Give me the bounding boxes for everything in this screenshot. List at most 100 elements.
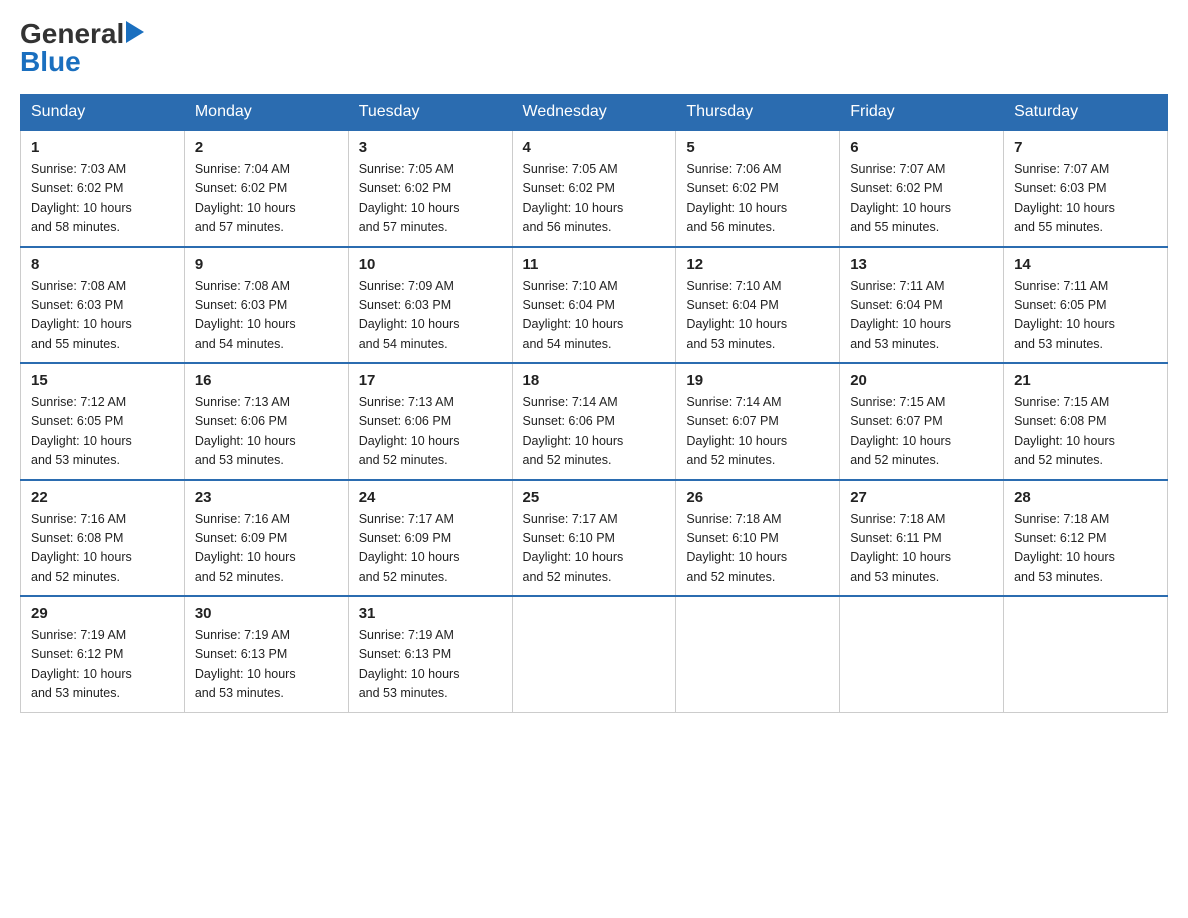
calendar-cell: 17 Sunrise: 7:13 AMSunset: 6:06 PMDayligh… [348,363,512,480]
day-number: 19 [686,372,829,389]
day-info: Sunrise: 7:04 AMSunset: 6:02 PMDaylight:… [195,160,338,238]
calendar-table: SundayMondayTuesdayWednesdayThursdayFrid… [20,94,1168,713]
calendar-week-row: 22 Sunrise: 7:16 AMSunset: 6:08 PMDayligh… [21,480,1168,597]
day-number: 1 [31,139,174,156]
day-number: 17 [359,372,502,389]
day-number: 5 [686,139,829,156]
calendar-cell: 19 Sunrise: 7:14 AMSunset: 6:07 PMDayligh… [676,363,840,480]
day-number: 12 [686,256,829,273]
calendar-cell: 10Sunrise: 7:09 AMSunset: 6:03 PMDayligh… [348,247,512,364]
header-friday: Friday [840,95,1004,131]
day-info: Sunrise: 7:05 AMSunset: 6:02 PMDaylight:… [359,160,502,238]
day-number: 20 [850,372,993,389]
day-number: 7 [1014,139,1157,156]
day-info: Sunrise: 7:16 AMSunset: 6:08 PMDaylight:… [31,510,174,588]
day-number: 30 [195,605,338,622]
calendar-cell: 27 Sunrise: 7:18 AMSunset: 6:11 PMDayligh… [840,480,1004,597]
day-info: Sunrise: 7:08 AMSunset: 6:03 PMDaylight:… [31,277,174,355]
day-info: Sunrise: 7:09 AMSunset: 6:03 PMDaylight:… [359,277,502,355]
day-info: Sunrise: 7:06 AMSunset: 6:02 PMDaylight:… [686,160,829,238]
day-info: Sunrise: 7:17 AMSunset: 6:10 PMDaylight:… [523,510,666,588]
calendar-cell: 29Sunrise: 7:19 AMSunset: 6:12 PMDayligh… [21,596,185,712]
day-info: Sunrise: 7:13 AMSunset: 6:06 PMDaylight:… [195,393,338,471]
day-info: Sunrise: 7:03 AMSunset: 6:02 PMDaylight:… [31,160,174,238]
logo-triangle-icon [126,21,144,43]
calendar-cell: 18 Sunrise: 7:14 AMSunset: 6:06 PMDayligh… [512,363,676,480]
calendar-cell: 5 Sunrise: 7:06 AMSunset: 6:02 PMDaylight… [676,130,840,247]
day-info: Sunrise: 7:16 AMSunset: 6:09 PMDaylight:… [195,510,338,588]
logo-blue: Blue [20,46,81,77]
calendar-cell: 30Sunrise: 7:19 AMSunset: 6:13 PMDayligh… [184,596,348,712]
day-number: 21 [1014,372,1157,389]
calendar-cell: 11 Sunrise: 7:10 AMSunset: 6:04 PMDayligh… [512,247,676,364]
day-number: 24 [359,489,502,506]
day-number: 2 [195,139,338,156]
day-info: Sunrise: 7:17 AMSunset: 6:09 PMDaylight:… [359,510,502,588]
calendar-cell: 3Sunrise: 7:05 AMSunset: 6:02 PMDaylight… [348,130,512,247]
day-info: Sunrise: 7:18 AMSunset: 6:12 PMDaylight:… [1014,510,1157,588]
day-info: Sunrise: 7:14 AMSunset: 6:07 PMDaylight:… [686,393,829,471]
calendar-cell: 13 Sunrise: 7:11 AMSunset: 6:04 PMDayligh… [840,247,1004,364]
day-info: Sunrise: 7:12 AMSunset: 6:05 PMDaylight:… [31,393,174,471]
calendar-cell: 24 Sunrise: 7:17 AMSunset: 6:09 PMDayligh… [348,480,512,597]
calendar-cell [840,596,1004,712]
calendar-cell: 1 Sunrise: 7:03 AMSunset: 6:02 PMDaylight… [21,130,185,247]
calendar-cell: 22 Sunrise: 7:16 AMSunset: 6:08 PMDayligh… [21,480,185,597]
day-number: 13 [850,256,993,273]
day-number: 25 [523,489,666,506]
day-number: 26 [686,489,829,506]
calendar-cell: 25 Sunrise: 7:17 AMSunset: 6:10 PMDayligh… [512,480,676,597]
day-info: Sunrise: 7:10 AMSunset: 6:04 PMDaylight:… [686,277,829,355]
header: General Blue [20,20,1168,76]
day-info: Sunrise: 7:15 AMSunset: 6:07 PMDaylight:… [850,393,993,471]
calendar-week-row: 15 Sunrise: 7:12 AMSunset: 6:05 PMDayligh… [21,363,1168,480]
calendar-cell [676,596,840,712]
day-number: 27 [850,489,993,506]
day-number: 22 [31,489,174,506]
day-info: Sunrise: 7:13 AMSunset: 6:06 PMDaylight:… [359,393,502,471]
day-number: 11 [523,256,666,273]
day-number: 18 [523,372,666,389]
day-number: 28 [1014,489,1157,506]
calendar-cell: 8 Sunrise: 7:08 AMSunset: 6:03 PMDaylight… [21,247,185,364]
day-info: Sunrise: 7:11 AMSunset: 6:04 PMDaylight:… [850,277,993,355]
day-info: Sunrise: 7:18 AMSunset: 6:11 PMDaylight:… [850,510,993,588]
calendar-cell: 6Sunrise: 7:07 AMSunset: 6:02 PMDaylight… [840,130,1004,247]
calendar-week-row: 29Sunrise: 7:19 AMSunset: 6:12 PMDayligh… [21,596,1168,712]
calendar-cell: 14Sunrise: 7:11 AMSunset: 6:05 PMDayligh… [1004,247,1168,364]
day-info: Sunrise: 7:10 AMSunset: 6:04 PMDaylight:… [523,277,666,355]
day-number: 15 [31,372,174,389]
header-tuesday: Tuesday [348,95,512,131]
calendar-cell: 28 Sunrise: 7:18 AMSunset: 6:12 PMDayligh… [1004,480,1168,597]
calendar-cell: 12 Sunrise: 7:10 AMSunset: 6:04 PMDayligh… [676,247,840,364]
calendar-week-row: 8 Sunrise: 7:08 AMSunset: 6:03 PMDaylight… [21,247,1168,364]
day-number: 8 [31,256,174,273]
day-info: Sunrise: 7:07 AMSunset: 6:02 PMDaylight:… [850,160,993,238]
header-wednesday: Wednesday [512,95,676,131]
logo: General Blue [20,20,144,76]
day-info: Sunrise: 7:15 AMSunset: 6:08 PMDaylight:… [1014,393,1157,471]
header-monday: Monday [184,95,348,131]
header-thursday: Thursday [676,95,840,131]
header-saturday: Saturday [1004,95,1168,131]
calendar-cell: 9Sunrise: 7:08 AMSunset: 6:03 PMDaylight… [184,247,348,364]
day-number: 23 [195,489,338,506]
day-number: 29 [31,605,174,622]
calendar-cell: 26Sunrise: 7:18 AMSunset: 6:10 PMDayligh… [676,480,840,597]
calendar-cell: 20 Sunrise: 7:15 AMSunset: 6:07 PMDayligh… [840,363,1004,480]
calendar-cell: 23 Sunrise: 7:16 AMSunset: 6:09 PMDayligh… [184,480,348,597]
calendar-week-row: 1 Sunrise: 7:03 AMSunset: 6:02 PMDaylight… [21,130,1168,247]
calendar-cell: 4Sunrise: 7:05 AMSunset: 6:02 PMDaylight… [512,130,676,247]
calendar-cell: 15 Sunrise: 7:12 AMSunset: 6:05 PMDayligh… [21,363,185,480]
calendar-header-row: SundayMondayTuesdayWednesdayThursdayFrid… [21,95,1168,131]
calendar-cell [1004,596,1168,712]
calendar-cell: 7 Sunrise: 7:07 AMSunset: 6:03 PMDaylight… [1004,130,1168,247]
day-number: 9 [195,256,338,273]
day-info: Sunrise: 7:14 AMSunset: 6:06 PMDaylight:… [523,393,666,471]
header-sunday: Sunday [21,95,185,131]
day-info: Sunrise: 7:07 AMSunset: 6:03 PMDaylight:… [1014,160,1157,238]
calendar-cell [512,596,676,712]
calendar-cell: 2 Sunrise: 7:04 AMSunset: 6:02 PMDaylight… [184,130,348,247]
logo-general: General [20,20,124,48]
day-number: 31 [359,605,502,622]
